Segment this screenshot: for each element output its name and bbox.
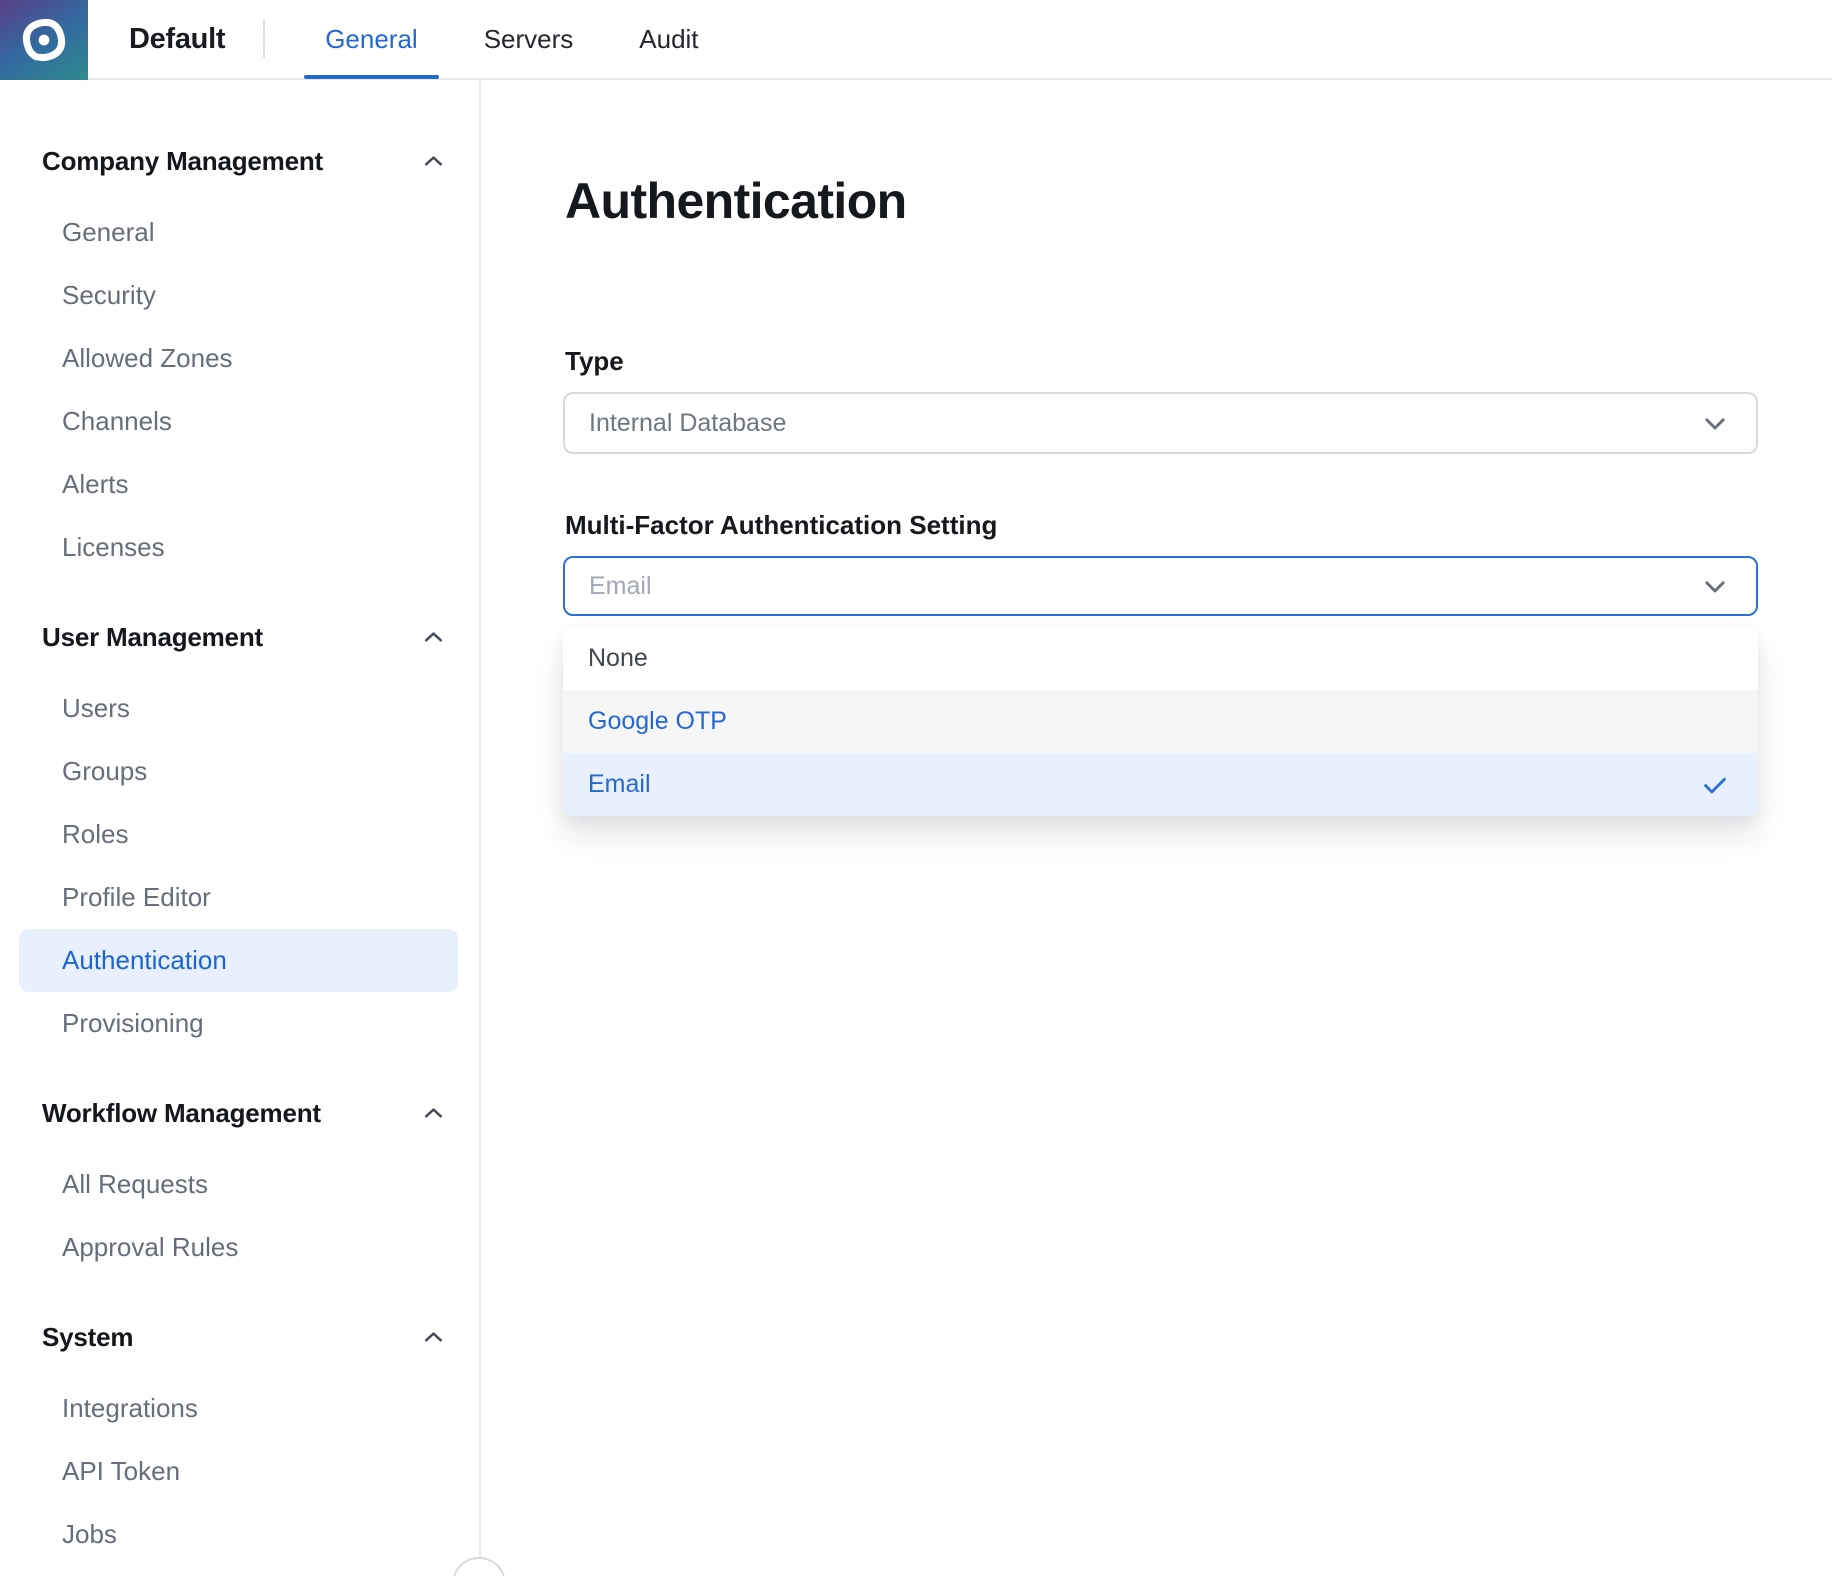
mfa-select-placeholder: Email: [589, 572, 652, 601]
sidebar-section-title: System: [42, 1322, 133, 1353]
sidebar-section-title: Workflow Management: [42, 1098, 321, 1129]
sidebar-item-api-token[interactable]: API Token: [0, 1440, 479, 1503]
sidebar-item-jobs[interactable]: Jobs: [0, 1503, 479, 1566]
sidebar-item-licenses[interactable]: Licenses: [0, 516, 479, 579]
sidebar-section-header-system[interactable]: System: [0, 1319, 479, 1355]
sidebar-section-user-management: User Management UsersGroupsRolesProfile E…: [0, 619, 479, 1055]
chevron-down-icon: [1700, 571, 1730, 601]
sidebar-item-integrations[interactable]: Integrations: [0, 1377, 479, 1440]
sidebar-section-title: User Management: [42, 622, 263, 653]
chevron-up-icon: [420, 148, 447, 175]
chevron-up-icon: [420, 1324, 447, 1351]
option-none[interactable]: None: [563, 627, 1758, 690]
tab-general[interactable]: General: [325, 0, 418, 78]
type-select[interactable]: Internal Database: [563, 392, 1758, 454]
sidebar-item-users[interactable]: Users: [0, 677, 479, 740]
sidebar-item-general[interactable]: General: [0, 201, 479, 264]
sidebar-item-all-requests[interactable]: All Requests: [0, 1153, 479, 1216]
chevron-up-icon: [420, 1100, 447, 1127]
option-google-otp[interactable]: Google OTP: [563, 690, 1758, 753]
sidebar-section-header-user-management[interactable]: User Management: [0, 619, 479, 655]
topbar-tabs: General Servers Audit: [325, 0, 698, 78]
workspace-name: Default: [129, 23, 225, 56]
option-label: Google OTP: [588, 707, 727, 736]
topbar-divider: [263, 20, 265, 58]
sidebar-section-header-company-management[interactable]: Company Management: [0, 143, 479, 179]
mfa-dropdown-menu: None Google OTP Email: [563, 627, 1758, 816]
mfa-field: Multi-Factor Authentication Setting Emai…: [563, 510, 1758, 816]
option-label: Email: [588, 770, 651, 799]
sidebar-section-system: System IntegrationsAPI TokenJobs: [0, 1319, 479, 1566]
check-icon: [1700, 770, 1730, 800]
mfa-field-label: Multi-Factor Authentication Setting: [565, 510, 1758, 540]
page-title: Authentication: [565, 170, 1832, 232]
sidebar-item-approval-rules[interactable]: Approval Rules: [0, 1216, 479, 1279]
sidebar-item-channels[interactable]: Channels: [0, 390, 479, 453]
sidebar-item-roles[interactable]: Roles: [0, 803, 479, 866]
sidebar-section-title: Company Management: [42, 146, 323, 177]
topbar: Default General Servers Audit: [0, 0, 1832, 80]
option-label: None: [588, 644, 648, 673]
main-content: Authentication Type Internal Database Mu…: [481, 80, 1832, 1576]
app-logo-icon: [12, 8, 75, 71]
sidebar-section-workflow-management: Workflow Management All RequestsApproval …: [0, 1095, 479, 1279]
sidebar: Company Management GeneralSecurityAllowed…: [0, 80, 481, 1576]
sidebar-item-alerts[interactable]: Alerts: [0, 453, 479, 516]
sidebar-item-provisioning[interactable]: Provisioning: [0, 992, 479, 1055]
sidebar-item-authentication[interactable]: Authentication: [19, 929, 458, 992]
type-field: Type Internal Database: [563, 346, 1758, 454]
type-field-label: Type: [565, 346, 1758, 376]
chevron-up-icon: [420, 624, 447, 651]
sidebar-item-security[interactable]: Security: [0, 264, 479, 327]
tab-audit[interactable]: Audit: [639, 0, 698, 78]
chevron-down-icon: [1700, 408, 1730, 438]
sidebar-item-allowed-zones[interactable]: Allowed Zones: [0, 327, 479, 390]
option-email[interactable]: Email: [563, 753, 1758, 816]
sidebar-section-header-workflow-management[interactable]: Workflow Management: [0, 1095, 479, 1131]
sidebar-item-groups[interactable]: Groups: [0, 740, 479, 803]
sidebar-section-company-management: Company Management GeneralSecurityAllowed…: [0, 143, 479, 579]
type-select-value: Internal Database: [589, 409, 786, 438]
app-logo[interactable]: [0, 0, 88, 80]
sidebar-item-profile-editor[interactable]: Profile Editor: [0, 866, 479, 929]
mfa-select[interactable]: Email: [563, 556, 1758, 616]
sidebar-nav: Company Management GeneralSecurityAllowed…: [0, 143, 479, 1566]
tab-servers[interactable]: Servers: [484, 0, 574, 78]
